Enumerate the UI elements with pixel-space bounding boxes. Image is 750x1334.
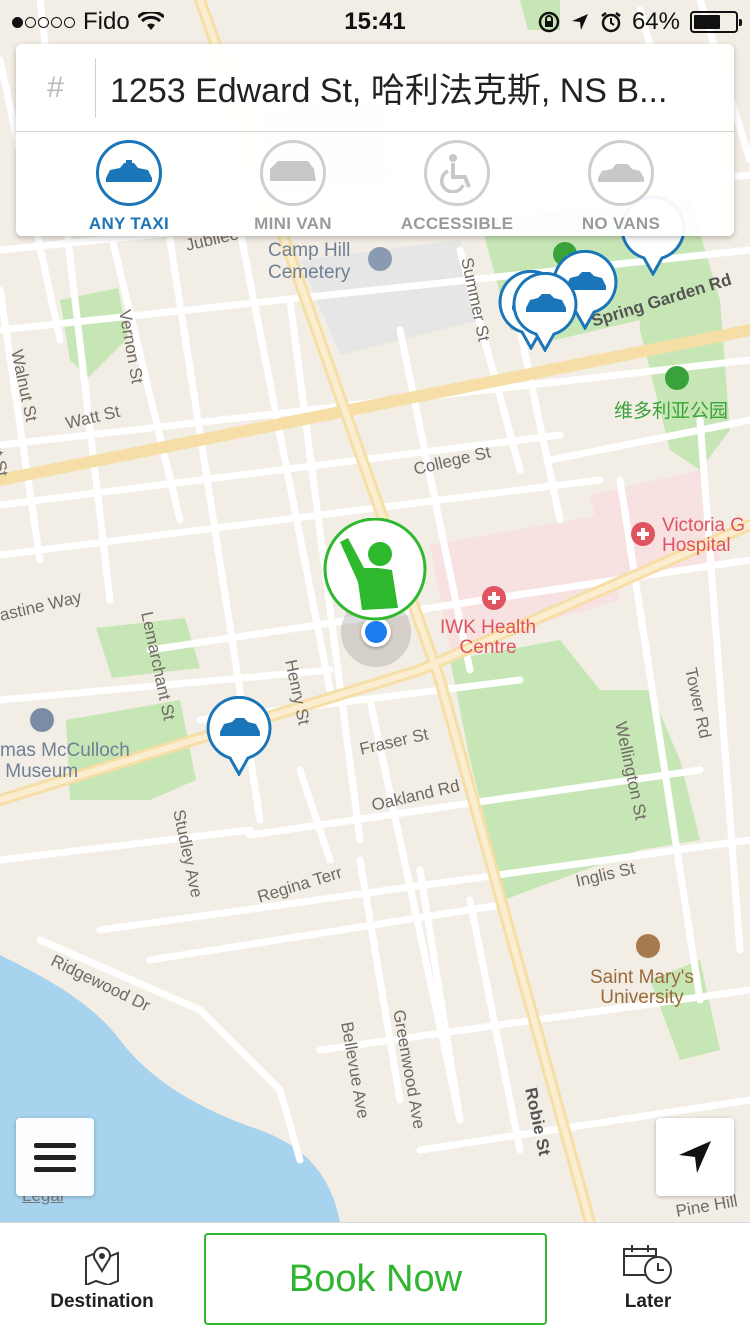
status-bar: Fido 15:41 64% — [0, 0, 750, 40]
map-label-mcculloch: mas McCulloch Museum — [0, 740, 130, 782]
wheelchair-icon — [424, 140, 490, 206]
battery-level — [694, 15, 720, 29]
pickup-hail-marker[interactable] — [322, 518, 428, 624]
pickup-card: # 1253 Edward St, 哈利法克斯, NS B... ANY TAX… — [16, 44, 734, 236]
locate-me-button[interactable] — [656, 1118, 734, 1196]
book-now-button[interactable]: Book Now — [204, 1233, 547, 1325]
taxi-marker[interactable] — [512, 272, 578, 352]
later-label: Later — [624, 1291, 672, 1312]
vehicle-type-label: ACCESSIBLE — [400, 214, 514, 233]
battery-percent: 64% — [631, 8, 680, 35]
minivan-icon — [260, 140, 326, 206]
pickup-address-field[interactable]: 1253 Edward St, 哈利法克斯, NS B... — [96, 63, 734, 112]
map-label-victoria-hospital: Victoria G Hospital — [662, 515, 746, 556]
vehicle-type-no-vans[interactable]: NO VANS — [539, 132, 703, 236]
map-label-iwk: IWK Health Centre — [440, 617, 537, 658]
unit-number-field[interactable]: # — [16, 57, 96, 118]
rotation-lock-icon — [538, 11, 560, 33]
menu-button[interactable] — [16, 1118, 94, 1196]
hamburger-icon — [34, 1166, 76, 1172]
status-right: 64% — [538, 8, 742, 36]
vehicle-type-label: MINI VAN — [254, 214, 332, 233]
map-label-camp-hill: Camp Hill Cemetery — [268, 240, 351, 283]
vehicle-type-mini-van[interactable]: MINI VAN — [211, 132, 375, 236]
location-services-icon — [571, 14, 588, 30]
location-arrow-icon — [679, 1141, 711, 1173]
map-label-saint-marys: Saint Mary's University — [590, 967, 694, 1008]
sedan-icon — [588, 140, 654, 206]
vehicle-type-selector: ANY TAXI MINI VAN ACCESSIBLE NO VANS — [16, 132, 734, 236]
hamburger-icon — [34, 1154, 76, 1160]
map-label-victoria-park: 维多利亚公园 — [614, 401, 729, 422]
taxi-marker[interactable] — [206, 696, 272, 776]
later-button[interactable]: Later — [548, 1223, 748, 1334]
taxi-icon — [96, 140, 162, 206]
vehicle-type-label: ANY TAXI — [88, 214, 170, 233]
battery-icon — [690, 11, 742, 33]
destination-button[interactable]: Destination — [2, 1223, 202, 1334]
bottom-bar: Destination Book Now Later — [0, 1222, 750, 1334]
alarm-icon — [601, 12, 621, 33]
destination-label: Destination — [50, 1291, 154, 1312]
vehicle-type-accessible[interactable]: ACCESSIBLE — [375, 132, 539, 236]
vehicle-type-any-taxi[interactable]: ANY TAXI — [47, 132, 211, 236]
hamburger-icon — [34, 1142, 76, 1148]
calendar-clock-icon — [623, 1245, 672, 1284]
pickup-address-row[interactable]: # 1253 Edward St, 哈利法克斯, NS B... — [16, 44, 734, 132]
vehicle-type-label: NO VANS — [581, 214, 661, 233]
map-pin-icon — [85, 1246, 119, 1285]
